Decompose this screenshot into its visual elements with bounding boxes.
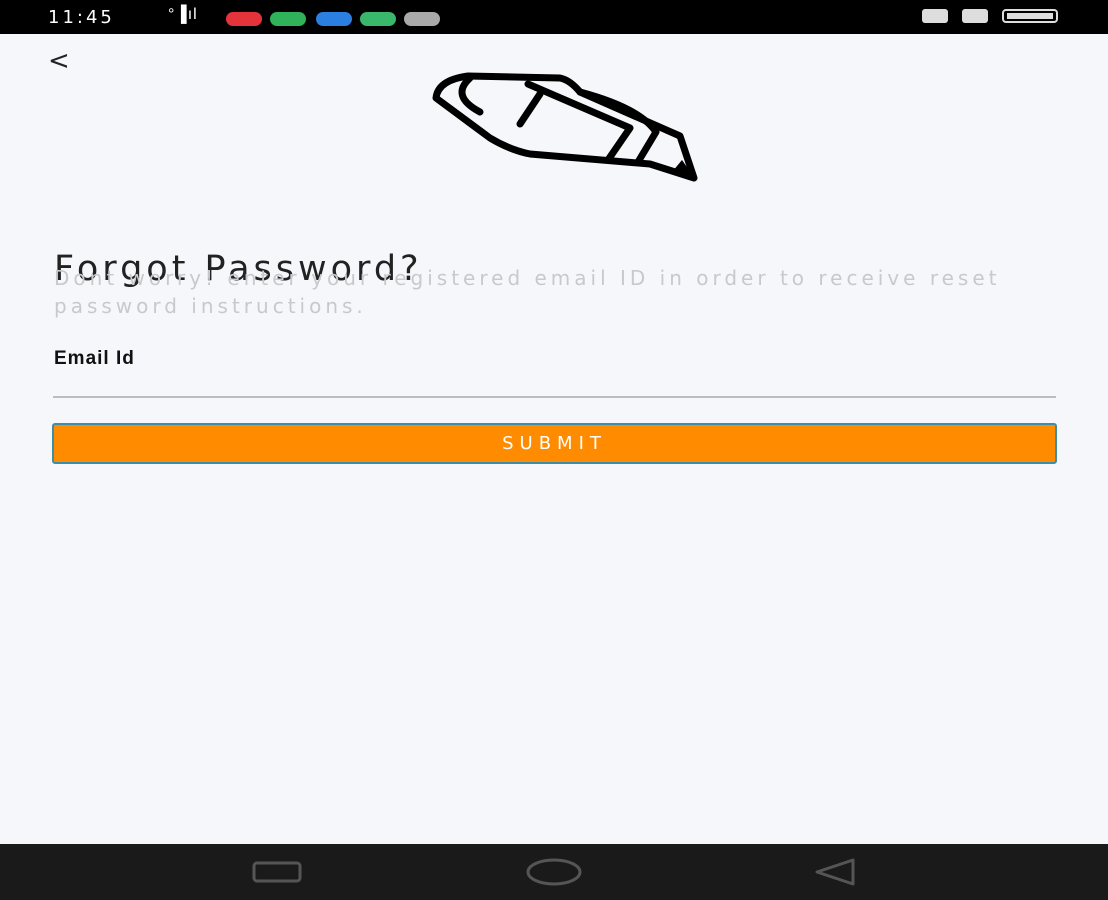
- network-icon: [922, 9, 948, 23]
- system-back-button[interactable]: [796, 844, 872, 900]
- navigation-bar: [0, 844, 1108, 900]
- status-bar: 11:45 °▐ıl: [0, 0, 1108, 34]
- back-triangle-icon: [815, 858, 855, 886]
- home-button[interactable]: [516, 844, 592, 900]
- page-subtitle: Dont worry! enter your registered email …: [54, 266, 1001, 318]
- email-label: Email Id: [54, 348, 135, 369]
- back-button[interactable]: <: [48, 44, 78, 78]
- email-field[interactable]: [53, 372, 1056, 398]
- status-right: [922, 9, 1058, 23]
- notification-icon: [404, 12, 440, 26]
- recent-apps-icon: [252, 861, 302, 883]
- submit-button[interactable]: SUBMIT: [52, 423, 1057, 464]
- wifi-icon: [962, 9, 988, 23]
- notification-icon: [316, 12, 352, 26]
- signal-icon: °▐ıl: [168, 6, 198, 23]
- notification-icon: [270, 12, 306, 26]
- recent-apps-button[interactable]: [240, 844, 314, 900]
- home-circle-icon: [526, 858, 582, 886]
- notification-icon: [226, 12, 262, 26]
- pencil-icon: [432, 72, 698, 182]
- status-time: 11:45: [48, 7, 115, 28]
- notification-icon: [360, 12, 396, 26]
- battery-icon: [1002, 9, 1058, 23]
